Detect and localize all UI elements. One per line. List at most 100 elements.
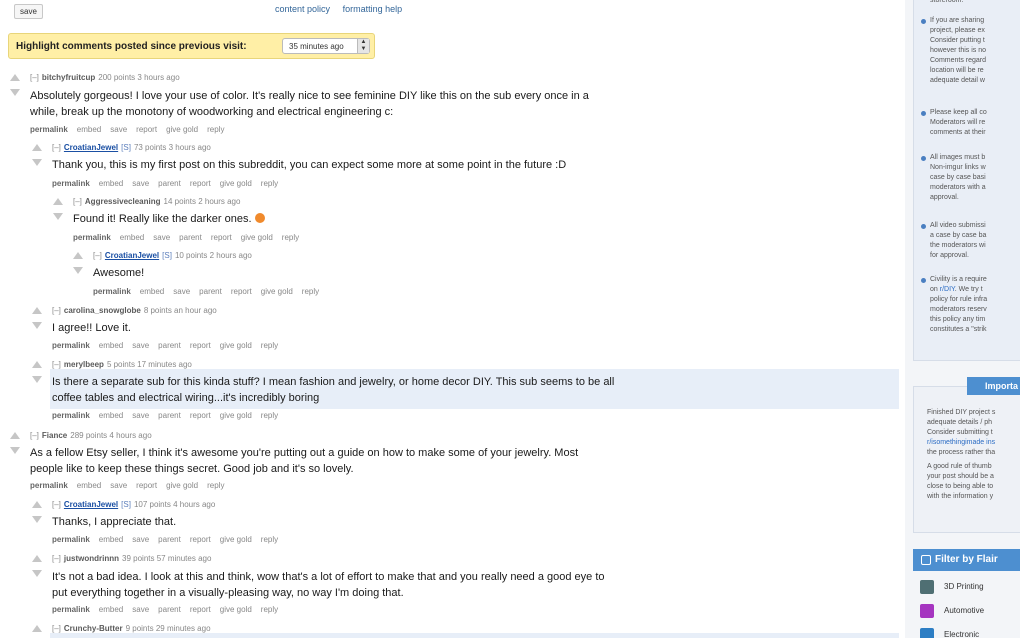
permalink-link[interactable]: permalink — [52, 411, 90, 420]
filter-by-flair-header[interactable]: Filter by Flair — [913, 549, 1020, 571]
permalink-link[interactable]: permalink — [30, 125, 68, 134]
permalink-link[interactable]: permalink — [52, 179, 90, 188]
save-link[interactable]: save — [132, 179, 149, 188]
comment-author[interactable]: carolina_snowglobe — [64, 306, 141, 315]
embed-link[interactable]: embed — [77, 481, 101, 490]
permalink-link[interactable]: permalink — [93, 287, 131, 296]
report-link[interactable]: report — [190, 605, 211, 614]
parent-link[interactable]: parent — [199, 287, 222, 296]
report-link[interactable]: report — [190, 341, 211, 350]
downvote-arrow-icon[interactable] — [10, 447, 20, 454]
permalink-link[interactable]: permalink — [73, 233, 111, 242]
upvote-arrow-icon[interactable] — [32, 501, 42, 508]
save-link[interactable]: save — [173, 287, 190, 296]
embed-link[interactable]: embed — [120, 233, 144, 242]
embed-link[interactable]: embed — [140, 287, 164, 296]
embed-link[interactable]: embed — [99, 605, 123, 614]
upvote-arrow-icon[interactable] — [32, 361, 42, 368]
give-gold-link[interactable]: give gold — [261, 287, 293, 296]
downvote-arrow-icon[interactable] — [32, 159, 42, 166]
embed-link[interactable]: embed — [77, 125, 101, 134]
permalink-link[interactable]: permalink — [52, 341, 90, 350]
give-gold-link[interactable]: give gold — [220, 535, 252, 544]
downvote-arrow-icon[interactable] — [32, 376, 42, 383]
collapse-toggle[interactable]: [–] — [52, 360, 61, 369]
comment-author[interactable]: CroatianJewel — [105, 251, 159, 260]
parent-link[interactable]: parent — [158, 535, 181, 544]
embed-link[interactable]: embed — [99, 535, 123, 544]
comment-author[interactable]: merylbeep — [64, 360, 104, 369]
comment-author[interactable]: CroatianJewel — [64, 143, 118, 152]
content-policy-link[interactable]: content policy — [275, 4, 330, 14]
reply-link[interactable]: reply — [207, 125, 224, 134]
report-link[interactable]: report — [231, 287, 252, 296]
reply-link[interactable]: reply — [261, 179, 278, 188]
collapse-toggle[interactable]: [–] — [93, 251, 102, 260]
reply-link[interactable]: reply — [261, 341, 278, 350]
save-link[interactable]: save — [132, 341, 149, 350]
downvote-arrow-icon[interactable] — [32, 516, 42, 523]
save-button[interactable]: save — [14, 4, 43, 19]
upvote-arrow-icon[interactable] — [32, 625, 42, 632]
upvote-arrow-icon[interactable] — [32, 555, 42, 562]
embed-link[interactable]: embed — [99, 179, 123, 188]
reply-link[interactable]: reply — [207, 481, 224, 490]
upvote-arrow-icon[interactable] — [10, 74, 20, 81]
save-link[interactable]: save — [110, 125, 127, 134]
downvote-arrow-icon[interactable] — [32, 570, 42, 577]
give-gold-link[interactable]: give gold — [220, 341, 252, 350]
downvote-arrow-icon[interactable] — [73, 267, 83, 274]
collapse-toggle[interactable]: [–] — [73, 197, 82, 206]
permalink-link[interactable]: permalink — [52, 605, 90, 614]
downvote-arrow-icon[interactable] — [53, 213, 63, 220]
downvote-arrow-icon[interactable] — [10, 89, 20, 96]
collapse-toggle[interactable]: [–] — [30, 73, 39, 82]
collapse-toggle[interactable]: [–] — [52, 500, 61, 509]
downvote-arrow-icon[interactable] — [32, 322, 42, 329]
collapse-toggle[interactable]: [–] — [52, 143, 61, 152]
report-link[interactable]: report — [190, 535, 211, 544]
save-link[interactable]: save — [110, 481, 127, 490]
reply-link[interactable]: reply — [261, 605, 278, 614]
give-gold-link[interactable]: give gold — [166, 125, 198, 134]
save-link[interactable]: save — [132, 605, 149, 614]
permalink-link[interactable]: permalink — [30, 481, 68, 490]
reply-link[interactable]: reply — [282, 233, 299, 242]
collapse-toggle[interactable]: [–] — [52, 554, 61, 563]
collapse-toggle[interactable]: [–] — [30, 431, 39, 440]
embed-link[interactable]: embed — [99, 341, 123, 350]
upvote-arrow-icon[interactable] — [32, 144, 42, 151]
give-gold-link[interactable]: give gold — [166, 481, 198, 490]
report-link[interactable]: report — [190, 179, 211, 188]
upvote-arrow-icon[interactable] — [32, 307, 42, 314]
report-link[interactable]: report — [190, 411, 211, 420]
parent-link[interactable]: parent — [158, 341, 181, 350]
report-link[interactable]: report — [136, 481, 157, 490]
give-gold-link[interactable]: give gold — [241, 233, 273, 242]
upvote-arrow-icon[interactable] — [10, 432, 20, 439]
comment-author[interactable]: CroatianJewel — [64, 500, 118, 509]
upvote-arrow-icon[interactable] — [73, 252, 83, 259]
comment-author[interactable]: Fiance — [42, 431, 67, 440]
parent-link[interactable]: parent — [158, 179, 181, 188]
comment-author[interactable]: justwondrinnn — [64, 554, 119, 563]
save-link[interactable]: save — [153, 233, 170, 242]
save-link[interactable]: save — [132, 535, 149, 544]
parent-link[interactable]: parent — [158, 411, 181, 420]
collapse-toggle[interactable]: [–] — [52, 624, 61, 633]
give-gold-link[interactable]: give gold — [220, 411, 252, 420]
comment-author[interactable]: Aggressivecleaning — [85, 197, 161, 206]
report-link[interactable]: report — [136, 125, 157, 134]
comment-author[interactable]: bitchyfruitcup — [42, 73, 95, 82]
comment-author[interactable]: Crunchy-Butter — [64, 624, 123, 633]
give-gold-link[interactable]: give gold — [220, 179, 252, 188]
visit-time-select[interactable]: 35 minutes ago ▲ ▼ — [282, 38, 370, 54]
parent-link[interactable]: parent — [158, 605, 181, 614]
give-gold-link[interactable]: give gold — [220, 605, 252, 614]
reply-link[interactable]: reply — [261, 535, 278, 544]
collapse-toggle[interactable]: [–] — [52, 306, 61, 315]
report-link[interactable]: report — [211, 233, 232, 242]
parent-link[interactable]: parent — [179, 233, 202, 242]
upvote-arrow-icon[interactable] — [53, 198, 63, 205]
save-link[interactable]: save — [132, 411, 149, 420]
